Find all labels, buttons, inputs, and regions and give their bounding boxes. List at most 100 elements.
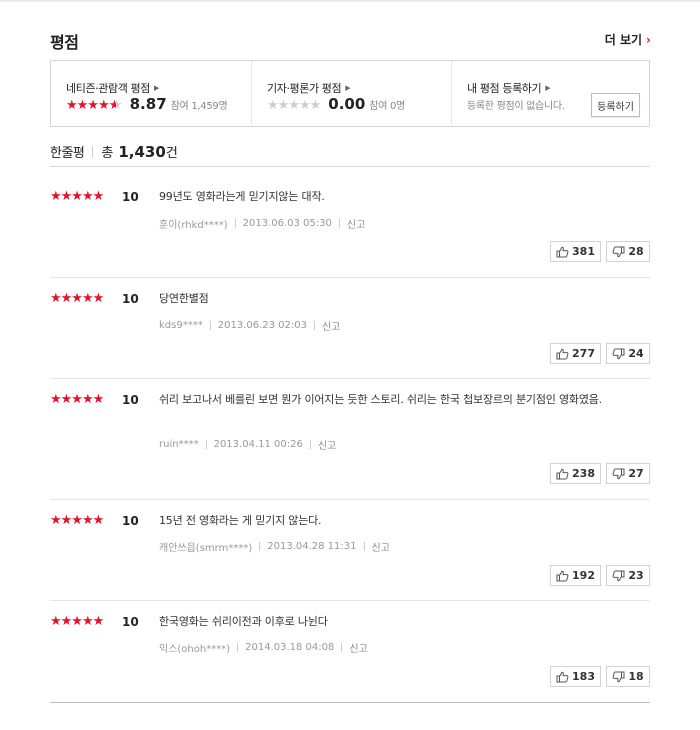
my-rating-note: 등록한 평점이 없습니다. xyxy=(467,101,565,112)
netizen-rating-link[interactable]: 네티즌·관람객 평점 ▶ xyxy=(66,80,159,96)
review-text: 당연한별점 xyxy=(159,292,209,305)
divider xyxy=(205,440,207,449)
list-bottom-divider xyxy=(50,702,650,703)
vote-buttons: 238 27 xyxy=(550,463,650,484)
review-divider xyxy=(50,277,650,278)
netizen-star-rating: ★★★★★★ xyxy=(66,98,122,113)
review-item: ★★★★★ 10 15년 전 영화라는 게 믿기지 않는다. 캐안쓰읍(smrm… xyxy=(50,514,650,594)
review-author: ruin**** xyxy=(159,439,199,450)
review-author: 익스(ohoh****) xyxy=(159,644,231,655)
dislike-button[interactable]: 27 xyxy=(606,463,650,484)
review-item: ★★★★★ 10 당연한별점 kds9**** 2013.06.23 02:03… xyxy=(50,292,650,372)
review-divider xyxy=(50,600,650,601)
comments-unit: 건 xyxy=(165,146,178,161)
like-button[interactable]: 381 xyxy=(550,241,601,262)
rating-summary: 네티즌·관람객 평점 ▶ ★★★★★★ 8.87 참여 1,459명 기자·평론… xyxy=(50,60,650,127)
divider xyxy=(237,643,239,652)
review-star-rating: ★★★★★ xyxy=(50,513,104,528)
divider xyxy=(341,643,343,652)
more-label: 더 보기 xyxy=(604,33,643,47)
comments-header: 한줄평 총 1,430 건 xyxy=(50,142,178,161)
report-link[interactable]: 신고 xyxy=(322,318,340,333)
more-link[interactable]: 더 보기 › xyxy=(605,31,651,48)
like-count: 277 xyxy=(572,347,595,360)
thumbs-up-icon xyxy=(556,468,569,479)
divider xyxy=(363,542,365,551)
triangle-right-icon: ▶ xyxy=(545,84,551,92)
critic-score: 0.00 xyxy=(328,95,366,113)
review-text: 15년 전 영화라는 게 믿기지 않는다. xyxy=(159,514,322,527)
review-meta: 캐안쓰읍(smrm****) 2013.04.28 11:31 신고 xyxy=(159,539,390,554)
thumbs-up-icon xyxy=(556,246,569,257)
comments-header-divider xyxy=(50,166,650,167)
review-score: 10 xyxy=(122,615,139,629)
vote-buttons: 192 23 xyxy=(550,565,650,586)
review-text: 쉬리 보고나서 베를린 보면 뭔가 이어지는 듯한 스토리. 쉬리는 한국 첩보… xyxy=(159,393,602,406)
review-star-rating: ★★★★★ xyxy=(50,291,104,306)
review-date: 2013.04.28 11:31 xyxy=(267,541,357,552)
review-score: 10 xyxy=(122,292,139,306)
triangle-right-icon: ▶ xyxy=(345,84,351,92)
review-meta: 훈이(rhkd****) 2013.06.03 05:30 신고 xyxy=(159,216,365,231)
dislike-button[interactable]: 18 xyxy=(606,666,650,687)
dislike-count: 24 xyxy=(628,347,644,360)
like-button[interactable]: 183 xyxy=(550,666,601,687)
thumbs-down-icon xyxy=(612,570,625,581)
review-score: 10 xyxy=(122,393,139,407)
dislike-button[interactable]: 28 xyxy=(606,241,650,262)
like-count: 381 xyxy=(572,245,595,258)
like-button[interactable]: 277 xyxy=(550,343,601,364)
review-meta: 익스(ohoh****) 2014.03.18 04:08 신고 xyxy=(159,640,368,655)
my-rating-label: 내 평점 등록하기 xyxy=(467,82,542,95)
report-link[interactable]: 신고 xyxy=(318,437,336,452)
register-rating-button[interactable]: 등록하기 xyxy=(591,93,640,117)
review-star-rating: ★★★★★ xyxy=(50,189,104,204)
like-button[interactable]: 238 xyxy=(550,463,601,484)
comments-count: 1,430 xyxy=(118,143,166,161)
dislike-button[interactable]: 23 xyxy=(606,565,650,586)
comments-total-prefix: 총 xyxy=(101,146,114,161)
divider xyxy=(338,219,340,228)
thumbs-down-icon xyxy=(612,348,625,359)
review-score: 10 xyxy=(122,514,139,528)
dislike-button[interactable]: 24 xyxy=(606,343,650,364)
review-item: ★★★★★ 10 99년도 영화라는게 믿기지않는 대작. 훈이(rhkd***… xyxy=(50,190,650,270)
divider xyxy=(309,440,311,449)
report-link[interactable]: 신고 xyxy=(372,539,390,554)
divider xyxy=(234,219,236,228)
thumbs-up-icon xyxy=(556,348,569,359)
dislike-count: 18 xyxy=(628,670,644,683)
top-divider xyxy=(0,0,700,2)
review-item: ★★★★★ 10 쉬리 보고나서 베를린 보면 뭔가 이어지는 듯한 스토리. … xyxy=(50,393,650,493)
review-date: 2014.03.18 04:08 xyxy=(245,642,335,653)
vote-buttons: 183 18 xyxy=(550,666,650,687)
netizen-rating-label: 네티즌·관람객 평점 xyxy=(66,82,150,95)
my-rating: 내 평점 등록하기 ▶ 등록한 평점이 없습니다. 등록하기 xyxy=(451,61,649,126)
review-text: 한국영화는 쉬리이전과 이후로 나뉜다 xyxy=(159,615,328,628)
divider xyxy=(313,321,315,330)
review-date: 2013.06.23 02:03 xyxy=(217,320,307,331)
thumbs-down-icon xyxy=(612,671,625,682)
divider xyxy=(92,146,94,157)
report-link[interactable]: 신고 xyxy=(349,640,367,655)
thumbs-down-icon xyxy=(612,246,625,257)
review-meta: ruin**** 2013.04.11 00:26 신고 xyxy=(159,437,336,452)
critic-rating-link[interactable]: 기자·평론가 평점 ▶ xyxy=(267,80,351,96)
thumbs-up-icon xyxy=(556,570,569,581)
like-button[interactable]: 192 xyxy=(550,565,601,586)
review-star-rating: ★★★★★ xyxy=(50,392,104,407)
vote-buttons: 277 24 xyxy=(550,343,650,364)
netizen-participants: 참여 1,459명 xyxy=(170,101,228,112)
netizen-rating: 네티즌·관람객 평점 ▶ ★★★★★★ 8.87 참여 1,459명 xyxy=(51,61,251,126)
like-count: 238 xyxy=(572,467,595,480)
dislike-count: 28 xyxy=(628,245,644,258)
like-count: 192 xyxy=(572,569,595,582)
review-author: 캐안쓰읍(smrm****) xyxy=(159,543,253,554)
review-item: ★★★★★ 10 한국영화는 쉬리이전과 이후로 나뉜다 익스(ohoh****… xyxy=(50,615,650,695)
dislike-count: 23 xyxy=(628,569,644,582)
report-link[interactable]: 신고 xyxy=(347,216,365,231)
my-rating-link[interactable]: 내 평점 등록하기 ▶ xyxy=(467,80,551,96)
critic-participants: 참여 0명 xyxy=(369,101,405,112)
review-text: 99년도 영화라는게 믿기지않는 대작. xyxy=(159,190,325,203)
critic-rating-label: 기자·평론가 평점 xyxy=(267,82,342,95)
